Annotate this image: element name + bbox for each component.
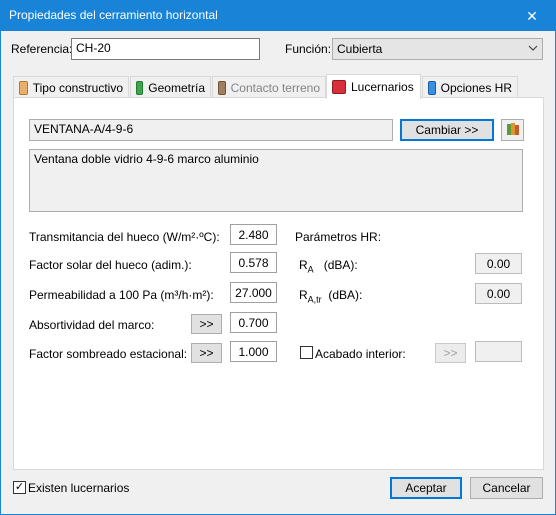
absortividad-button[interactable]: >> <box>191 314 222 334</box>
skylight-icon <box>332 80 346 94</box>
title-bar: Propiedades del cerramiento horizontal ✕ <box>1 1 555 31</box>
funcion-label: Función: <box>285 42 332 56</box>
existen-lucernarios-checkbox[interactable]: ✓ <box>13 481 26 494</box>
funcion-select[interactable]: Cubierta <box>332 38 543 60</box>
ratr-label: RA,tr (dBA): <box>299 288 363 305</box>
aceptar-button[interactable]: Aceptar <box>390 477 462 499</box>
dialog-window: Propiedades del cerramiento horizontal ✕… <box>0 0 556 515</box>
permeabilidad-label: Permeabilidad a 100 Pa (m³/h·m²): <box>29 288 214 302</box>
referencia-input[interactable]: CH-20 <box>71 38 260 60</box>
sombreado-value[interactable]: 1.000 <box>230 341 277 362</box>
tab-geometria[interactable]: Geometría <box>130 76 211 98</box>
chevron-down-icon <box>528 42 538 56</box>
window-type-field: VENTANA-A/4-9-6 <box>29 119 393 141</box>
window-title: Propiedades del cerramiento horizontal <box>9 8 218 22</box>
acabado-button[interactable]: >> <box>435 343 466 363</box>
absortividad-value[interactable]: 0.700 <box>230 312 277 333</box>
hr-title: Parámetros HR: <box>295 230 382 244</box>
lucernarios-panel: VENTANA-A/4-9-6 Cambiar >> Ventana doble… <box>13 97 544 470</box>
music-note-icon <box>428 80 436 95</box>
ratr-value: 0.00 <box>475 283 522 304</box>
tab-lucernarios[interactable]: Lucernarios <box>326 74 421 99</box>
close-icon: ✕ <box>526 7 538 24</box>
close-button[interactable]: ✕ <box>509 1 555 31</box>
ra-label: RA (dBA): <box>299 258 358 275</box>
acabado-label: Acabado interior: <box>315 347 406 361</box>
ground-icon <box>218 80 226 95</box>
acabado-value <box>475 341 522 362</box>
acabado-checkbox[interactable] <box>300 346 313 359</box>
tab-strip: Tipo constructivo Geometría Contacto ter… <box>13 74 543 99</box>
transmitancia-value: 2.480 <box>230 224 277 245</box>
factor-solar-label: Factor solar del hueco (adim.): <box>29 258 192 272</box>
factor-solar-value: 0.578 <box>230 252 277 273</box>
absortividad-label: Absortividad del marco: <box>29 318 155 332</box>
description-field: Ventana doble vidrio 4-9-6 marco alumini… <box>29 149 523 212</box>
tab-opciones-hr[interactable]: Opciones HR <box>422 76 518 98</box>
tab-contacto-terreno[interactable]: Contacto terreno <box>212 76 326 98</box>
permeabilidad-value: 27.000 <box>230 282 277 303</box>
existen-lucernarios-label: Existen lucernarios <box>28 481 130 495</box>
ra-value: 0.00 <box>475 253 522 274</box>
funcion-value: Cubierta <box>337 42 383 56</box>
wall-icon <box>19 80 28 95</box>
transmitancia-label: Transmitancia del hueco (W/m²·ºC): <box>29 230 220 244</box>
cancelar-button[interactable]: Cancelar <box>470 477 543 499</box>
sombreado-label: Factor sombreado estacional: <box>29 347 188 361</box>
tab-tipo-constructivo[interactable]: Tipo constructivo <box>13 76 129 98</box>
geometry-icon <box>136 80 144 95</box>
library-button[interactable] <box>501 119 524 141</box>
cambiar-button[interactable]: Cambiar >> <box>400 119 494 141</box>
sombreado-button[interactable]: >> <box>191 343 222 363</box>
library-icon <box>505 121 521 140</box>
referencia-label: Referencia: <box>11 42 73 56</box>
